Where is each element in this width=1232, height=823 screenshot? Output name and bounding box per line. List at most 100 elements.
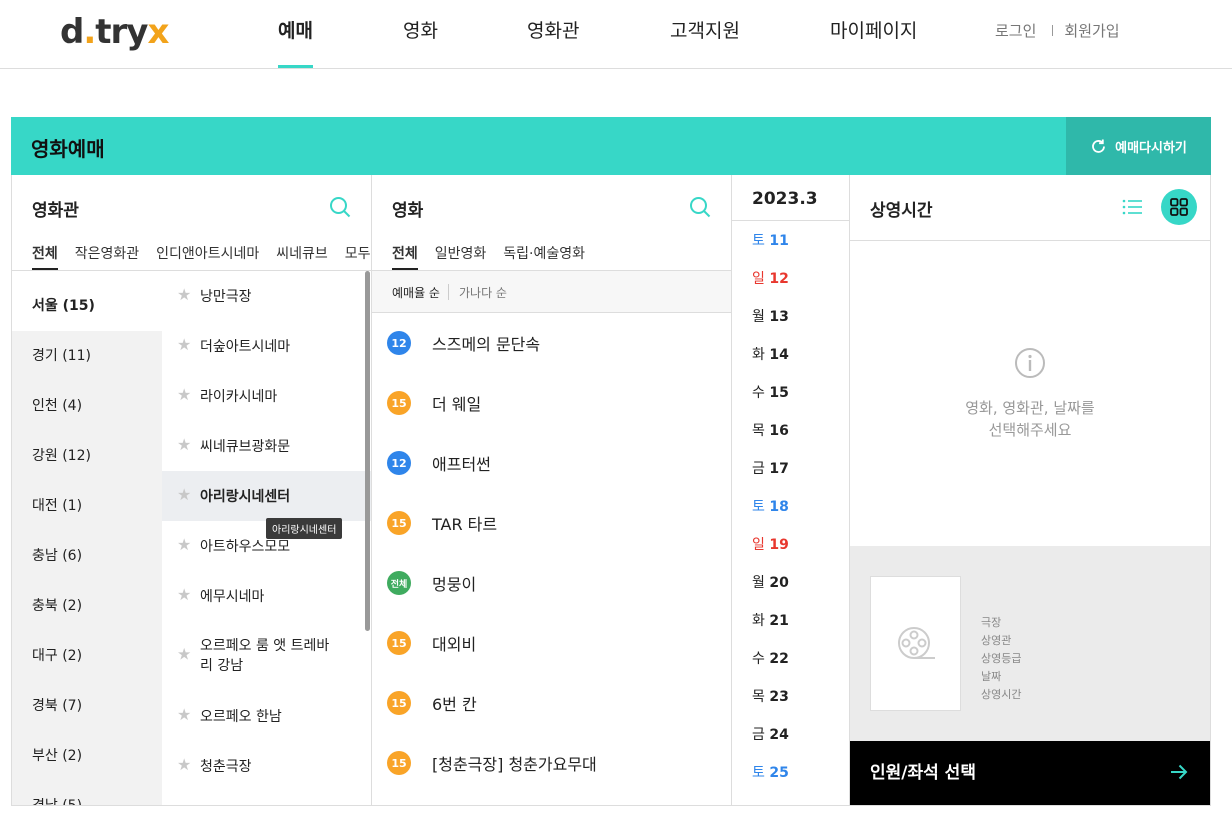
date-item[interactable]: 토 11 — [732, 222, 850, 260]
tab-all[interactable]: 전체 — [32, 243, 58, 270]
movie-title: 멍뭉이 — [432, 575, 477, 594]
theater-item[interactable]: ★ 낭만극장 — [162, 271, 372, 321]
region-item[interactable]: 서울 (15) — [12, 281, 162, 331]
date-item[interactable]: 목 23 — [732, 678, 850, 716]
theater-item[interactable]: ★ 청춘극장 — [162, 741, 372, 791]
date-item[interactable]: 금 17 — [732, 450, 850, 488]
theater-item[interactable]: ★ 더숲아트시네마 — [162, 321, 372, 371]
star-icon[interactable]: ★ — [177, 755, 191, 774]
movie-item[interactable]: 12 스즈메의 문단속 — [372, 313, 732, 373]
select-seats-button[interactable]: 인원/좌석 선택 — [850, 741, 1210, 805]
star-icon[interactable]: ★ — [177, 585, 191, 604]
util-links: 로그인 회원가입 — [995, 20, 1120, 41]
region-item[interactable]: 대구 (2) — [12, 631, 162, 681]
arrow-right-icon — [1171, 764, 1188, 780]
star-icon[interactable]: ★ — [177, 435, 191, 454]
nav-movies[interactable]: 영화 — [403, 16, 438, 68]
logo[interactable]: d.tryx — [60, 12, 169, 52]
region-item[interactable]: 부산 (2) — [12, 731, 162, 781]
reset-booking-button[interactable]: 예매다시하기 — [1066, 117, 1211, 175]
sort-by-rate[interactable]: 예매율 순 — [392, 284, 440, 301]
meta-rating: 상영등급 — [981, 652, 1022, 665]
grid-view-button[interactable] — [1161, 189, 1197, 225]
age-rating-badge: 전체 — [387, 571, 411, 595]
search-icon[interactable] — [329, 196, 351, 218]
star-icon[interactable]: ★ — [177, 535, 191, 554]
region-item[interactable]: 충북 (2) — [12, 581, 162, 631]
tab-indie-art[interactable]: 인디앤아트시네마 — [156, 243, 259, 270]
search-icon[interactable] — [689, 196, 711, 218]
movie-item[interactable]: 15 TAR 타르 — [372, 493, 732, 553]
nav-support[interactable]: 고객지원 — [670, 16, 740, 68]
star-icon[interactable]: ★ — [177, 335, 191, 354]
movie-title: 대외비 — [432, 635, 477, 654]
date-item[interactable]: 금 24 — [732, 716, 850, 754]
tab-general[interactable]: 일반영화 — [435, 243, 487, 270]
theater-item[interactable]: ★ 오르페오 룸 앳 트레바리 강남 — [162, 621, 372, 691]
tab-cinecube[interactable]: 씨네큐브 — [276, 243, 328, 270]
info-icon — [1015, 348, 1045, 378]
theater-panel: 영화관 전체 작은영화관 인디앤아트시네마 씨네큐브 모두 서울 (15) 경기 (11… — [11, 175, 372, 806]
date-item[interactable]: 일 12 — [732, 260, 850, 298]
film-reel-icon — [897, 626, 935, 659]
movie-item[interactable]: 12 애프터썬 — [372, 433, 732, 493]
theater-item[interactable]: ★ 라이카시네마 — [162, 371, 372, 421]
date-item[interactable]: 토 25 — [732, 754, 850, 792]
date-item[interactable]: 일 19 — [732, 526, 850, 564]
tab-all[interactable]: 전체 — [392, 243, 418, 270]
date-item[interactable]: 화 14 — [732, 336, 850, 374]
region-item[interactable]: 충남 (6) — [12, 531, 162, 581]
movie-item[interactable]: 전체 멍뭉이 — [372, 553, 732, 613]
star-icon[interactable]: ★ — [177, 705, 191, 724]
region-list: 서울 (15) 경기 (11) 인천 (4) 강원 (12) 대전 (1) 충남… — [12, 281, 162, 805]
date-item[interactable]: 수 15 — [732, 374, 850, 412]
tab-modu[interactable]: 모두 — [345, 243, 371, 270]
sort-bar: 예매율 순 가나다 순 — [372, 271, 732, 313]
list-view-icon[interactable] — [1122, 199, 1142, 215]
age-rating-badge: 15 — [387, 391, 411, 415]
date-item[interactable]: 수 22 — [732, 640, 850, 678]
empty-state: 영화, 영화관, 날짜를 선택해주세요 — [850, 241, 1210, 546]
star-icon[interactable]: ★ — [177, 644, 191, 664]
age-rating-badge: 15 — [387, 691, 411, 715]
movie-panel: 영화 전체 일반영화 독립·예술영화 예매율 순 가나다 순 12 스즈메의 문단속 … — [371, 175, 732, 806]
movie-item[interactable]: 15 더 웨일 — [372, 373, 732, 433]
region-item[interactable]: 경북 (7) — [12, 681, 162, 731]
empty-message: 영화, 영화관, 날짜를 선택해주세요 — [965, 399, 1095, 439]
nav-theaters[interactable]: 영화관 — [527, 16, 579, 68]
date-item[interactable]: 월 20 — [732, 564, 850, 602]
meta-time: 상영시간 — [981, 688, 1022, 701]
date-item[interactable]: 목 16 — [732, 412, 850, 450]
region-item[interactable]: 인천 (4) — [12, 381, 162, 431]
theater-item[interactable]: ★ 아리랑시네센터 — [162, 471, 372, 521]
tab-small-cinema[interactable]: 작은영화관 — [75, 243, 139, 270]
login-link[interactable]: 로그인 — [995, 22, 1036, 40]
meta-date: 날짜 — [981, 670, 1002, 683]
theater-item[interactable]: ★ 오르페오 한남 — [162, 691, 372, 741]
movie-item[interactable]: 15 6번 칸 — [372, 673, 732, 733]
meta-screen: 상영관 — [981, 634, 1012, 647]
theater-item[interactable]: ★ 씨네큐브광화문 — [162, 421, 372, 471]
site-header: d.tryx 예매 영화 영화관 고객지원 마이페이지 로그인 회원가입 — [0, 0, 1232, 69]
sort-by-name[interactable]: 가나다 순 — [459, 284, 507, 301]
signup-link[interactable]: 회원가입 — [1064, 22, 1119, 40]
movie-title: TAR 타르 — [432, 515, 498, 534]
date-item[interactable]: 토 18 — [732, 488, 850, 526]
star-icon[interactable]: ★ — [177, 485, 191, 504]
nav-booking[interactable]: 예매 — [278, 16, 313, 68]
tab-indie-art[interactable]: 독립·예술영화 — [503, 243, 585, 270]
region-item[interactable]: 강원 (12) — [12, 431, 162, 481]
date-item[interactable]: 화 21 — [732, 602, 850, 640]
date-item[interactable]: 월 13 — [732, 298, 850, 336]
star-icon[interactable]: ★ — [177, 385, 191, 404]
movie-item[interactable]: 15 대외비 — [372, 613, 732, 673]
region-item[interactable]: 대전 (1) — [12, 481, 162, 531]
region-item[interactable]: 경기 (11) — [12, 331, 162, 381]
star-icon[interactable]: ★ — [177, 285, 191, 304]
region-item[interactable]: 경남 (5) — [12, 781, 162, 805]
movie-item[interactable]: 15 [청춘극장] 청춘가요무대 — [372, 733, 732, 793]
nav-mypage[interactable]: 마이페이지 — [830, 16, 917, 68]
theater-item[interactable]: ★ 에무시네마 — [162, 571, 372, 621]
theater-scrollbar[interactable] — [365, 271, 370, 631]
date-list: 토 11 일 12 월 13 화 14 수 15 목 16 금 17 토 18 … — [732, 222, 850, 792]
